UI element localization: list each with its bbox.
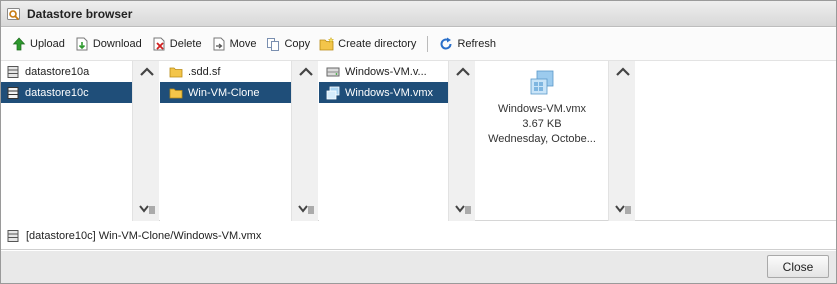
create-directory-label: Create directory (338, 38, 417, 50)
datastore-icon (5, 85, 21, 101)
delete-icon (151, 36, 167, 52)
vm-config-file-icon (325, 85, 341, 101)
file-preview-panel: Windows-VM.vmx 3.67 KB Wednesday, Octobe… (476, 61, 608, 221)
preview-modified-date: Wednesday, Octobe... (488, 133, 596, 145)
file-item-selected[interactable]: Windows-VM.vmx (319, 82, 448, 103)
upload-arrow-icon (11, 36, 27, 52)
toolbar-divider (427, 36, 429, 52)
copy-button[interactable]: Copy (261, 33, 315, 55)
file-column-scrollbar[interactable] (448, 61, 475, 221)
move-button[interactable]: Move (207, 33, 262, 55)
title-bar: Datastore browser (1, 1, 836, 27)
preview-column-scrollbar[interactable] (608, 61, 635, 221)
folder-item[interactable]: .sdd.sf (160, 61, 291, 82)
preview-file-size: 3.67 KB (522, 118, 562, 130)
vm-config-file-large-icon (530, 70, 554, 95)
file-browser-columns: datastore10a datastore10c .sdd.sf Win-VM… (1, 61, 836, 221)
column-resize-handle-icon[interactable] (455, 203, 471, 215)
datastore-browser-icon (6, 6, 22, 22)
file-label: Windows-VM.vmx (345, 86, 434, 99)
folder-column: .sdd.sf Win-VM-Clone (160, 61, 291, 221)
folder-label: Win-VM-Clone (188, 86, 260, 99)
datastore-browser-dialog: Datastore browser Upload Download Delete… (0, 0, 837, 284)
column-resize-handle-icon[interactable] (139, 203, 155, 215)
new-folder-icon (319, 36, 335, 52)
column-resize-handle-icon[interactable] (298, 203, 314, 215)
datastore-column: datastore10a datastore10c (1, 61, 132, 221)
folder-column-scrollbar[interactable] (291, 61, 318, 221)
file-label: Windows-VM.v... (345, 65, 427, 78)
upload-button[interactable]: Upload (7, 33, 70, 55)
datastore-column-scrollbar[interactable] (132, 61, 159, 221)
folder-icon (168, 64, 184, 80)
scroll-up-icon[interactable] (299, 67, 313, 77)
scroll-up-icon[interactable] (456, 67, 470, 77)
refresh-label: Refresh (457, 38, 496, 50)
delete-button[interactable]: Delete (147, 33, 207, 55)
close-button[interactable]: Close (767, 255, 829, 278)
preview-file-name: Windows-VM.vmx (497, 103, 586, 115)
datastore-item-selected[interactable]: datastore10c (1, 82, 132, 103)
datastore-icon (5, 64, 21, 80)
datastore-icon (6, 229, 20, 243)
toolbar: Upload Download Delete Move Copy Create … (1, 28, 836, 61)
datastore-label: datastore10a (25, 65, 90, 78)
copy-icon (265, 36, 281, 52)
refresh-button[interactable]: Refresh (434, 33, 501, 55)
folder-icon (168, 85, 184, 101)
download-icon (74, 36, 90, 52)
refresh-icon (438, 36, 454, 52)
datastore-item[interactable]: datastore10a (1, 61, 132, 82)
scroll-up-icon[interactable] (616, 67, 630, 77)
create-directory-button[interactable]: Create directory (315, 33, 421, 55)
download-label: Download (92, 38, 142, 50)
file-column: Windows-VM.v... Windows-VM.vmx (319, 61, 448, 221)
delete-label: Delete (169, 38, 202, 50)
datastore-label: datastore10c (25, 86, 89, 99)
scroll-up-icon[interactable] (140, 67, 154, 77)
selected-path-bar: [datastore10c] Win-VM-Clone/Windows-VM.v… (1, 222, 836, 250)
upload-label: Upload (30, 38, 65, 50)
disk-file-icon (325, 64, 341, 80)
download-button[interactable]: Download (70, 33, 147, 55)
copy-label: Copy (284, 38, 311, 50)
selected-path-text: [datastore10c] Win-VM-Clone/Windows-VM.v… (26, 229, 262, 242)
folder-label: .sdd.sf (188, 65, 221, 78)
column-resize-handle-icon[interactable] (615, 203, 631, 215)
window-title: Datastore browser (27, 6, 133, 21)
dialog-footer: Close (1, 251, 836, 283)
move-label: Move (229, 38, 257, 50)
file-item[interactable]: Windows-VM.v... (319, 61, 448, 82)
move-icon (211, 36, 227, 52)
folder-item-selected[interactable]: Win-VM-Clone (160, 82, 291, 103)
